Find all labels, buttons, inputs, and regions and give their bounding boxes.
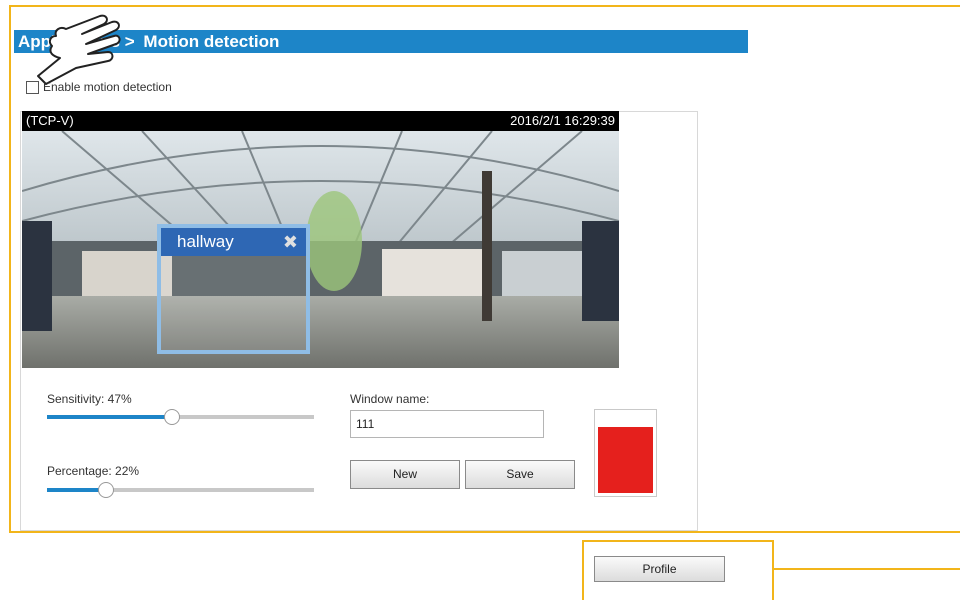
window-name-label: Window name: xyxy=(350,392,430,406)
new-button[interactable]: New xyxy=(350,460,460,489)
profile-button[interactable]: Profile xyxy=(594,556,725,582)
stream-label: (TCP-V) xyxy=(26,113,74,128)
save-button[interactable]: Save xyxy=(465,460,575,489)
motion-window-name: hallway xyxy=(177,232,234,251)
pointer-hand-icon xyxy=(37,14,121,85)
motion-window-hallway[interactable]: hallway ✖ xyxy=(157,224,310,354)
sensitivity-label: Sensitivity: 47% xyxy=(47,392,132,406)
percentage-label: Percentage: 22% xyxy=(47,464,140,478)
enable-motion-detection-label: Enable motion detection xyxy=(43,80,172,94)
motion-window-title[interactable]: hallway ✖ xyxy=(161,228,306,256)
enable-motion-detection-checkbox[interactable] xyxy=(26,80,39,94)
video-timestamp: 2016/2/1 16:29:39 xyxy=(510,113,615,128)
sensitivity-slider[interactable] xyxy=(47,409,314,425)
video-header: (TCP-V) 2016/2/1 16:29:39 xyxy=(22,111,619,131)
concourse-scene-image xyxy=(22,131,619,368)
close-x-icon[interactable]: ✖ xyxy=(283,230,298,254)
slider-fill xyxy=(47,415,173,419)
slider-fill xyxy=(47,488,106,492)
percentage-slider[interactable] xyxy=(47,482,314,498)
slider-thumb[interactable] xyxy=(164,409,181,425)
motion-level-meter xyxy=(594,409,657,497)
callout-connector-line xyxy=(774,568,960,570)
window-name-input[interactable] xyxy=(350,410,544,438)
enable-motion-detection-row[interactable]: Enable motion detection xyxy=(26,79,172,95)
page-title: Motion detection xyxy=(143,32,280,51)
live-video-view[interactable] xyxy=(22,131,619,368)
motion-level-bar xyxy=(598,426,653,493)
slider-thumb[interactable] xyxy=(97,482,114,498)
